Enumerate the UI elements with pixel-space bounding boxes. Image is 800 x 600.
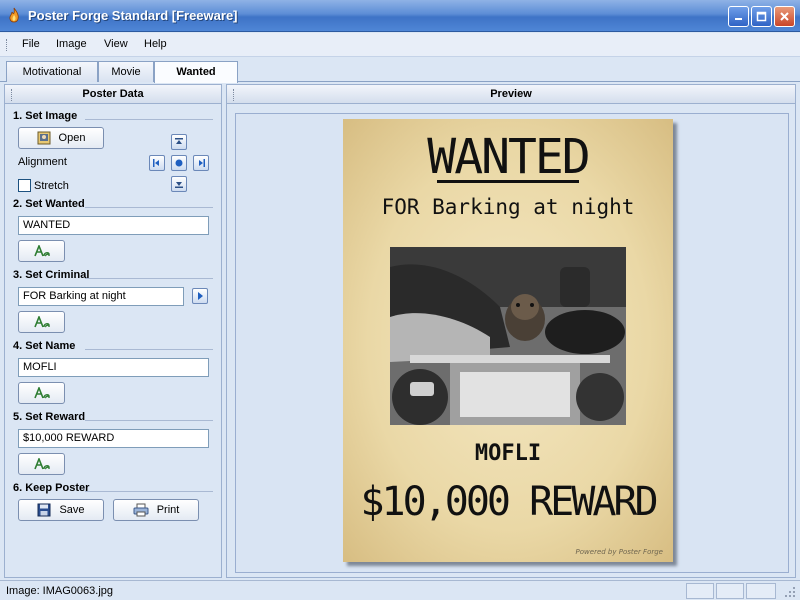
tab-strip: Motivational Movie Wanted: [0, 58, 800, 83]
tab-wanted[interactable]: Wanted: [154, 61, 238, 83]
name-text-input[interactable]: MOFLI: [18, 358, 209, 377]
section-divider: [85, 207, 213, 208]
align-top-button[interactable]: [171, 134, 187, 150]
font-style-icon: [33, 316, 50, 328]
align-left-button[interactable]: [149, 155, 165, 171]
set-wanted-title: 2. Set Wanted: [13, 198, 85, 210]
print-button[interactable]: Print: [113, 499, 199, 521]
preview-header: Preview: [227, 85, 795, 104]
tab-movie[interactable]: Movie: [98, 61, 154, 82]
align-left-icon: [153, 159, 159, 167]
preview-title: Preview: [490, 88, 532, 100]
align-bottom-icon: [175, 182, 183, 188]
font-style-icon: [33, 458, 50, 470]
font-style-icon: [33, 387, 50, 399]
alignment-label: Alignment: [18, 156, 67, 168]
save-button[interactable]: Save: [18, 499, 104, 521]
section-divider: [85, 491, 213, 492]
section-divider: [85, 420, 213, 421]
section-divider: [85, 119, 213, 120]
open-image-icon: [37, 131, 51, 145]
minimize-button[interactable]: [728, 6, 749, 27]
stretch-checkbox[interactable]: [18, 179, 31, 192]
wanted-poster: WANTED FOR Barking at night MOFLI $10,00…: [343, 119, 673, 562]
menu-file[interactable]: File: [22, 38, 40, 50]
title-bar[interactable]: Poster Forge Standard [Freeware]: [0, 0, 800, 32]
app-flame-icon: [9, 7, 19, 23]
align-top-icon: [175, 138, 183, 144]
set-name-title: 4. Set Name: [13, 340, 76, 352]
toolbar-grip[interactable]: [6, 39, 9, 51]
wanted-text-input[interactable]: WANTED: [18, 216, 209, 235]
dog-on-motorcycle-photo: [390, 247, 626, 425]
open-image-button[interactable]: Open: [18, 127, 104, 149]
poster-data-header: Poster Data: [5, 85, 221, 104]
poster-reward: $10,000 REWARD: [360, 479, 658, 525]
align-center-icon: [175, 159, 183, 167]
font-style-icon: [33, 245, 50, 257]
app-window: Poster Forge Standard [Freeware] File Im…: [0, 0, 800, 600]
status-image-text: Image: IMAG0063.jpg: [6, 585, 114, 597]
menu-bar: File Image View Help: [0, 33, 800, 57]
keep-poster-title: 6. Keep Poster: [13, 482, 90, 494]
poster-title: WANTED: [427, 129, 590, 185]
set-reward-title: 5. Set Reward: [13, 411, 86, 423]
save-label: Save: [59, 504, 85, 516]
menu-image[interactable]: Image: [56, 38, 87, 50]
print-label: Print: [156, 504, 180, 516]
reward-font-button[interactable]: [18, 453, 65, 475]
align-right-button[interactable]: [193, 155, 209, 171]
save-disk-icon: [37, 503, 51, 517]
resize-grip-icon[interactable]: [784, 586, 796, 598]
align-right-icon: [199, 159, 205, 167]
panel-grip[interactable]: [233, 89, 236, 101]
section-divider: [85, 349, 213, 350]
minimize-icon: [735, 18, 742, 20]
align-bottom-button[interactable]: [171, 176, 187, 192]
poster-title-underline: [437, 180, 579, 183]
reward-text-input[interactable]: $10,000 REWARD: [18, 429, 209, 448]
open-label: Open: [58, 132, 86, 144]
play-arrow-icon: [198, 292, 203, 300]
poster-name: MOFLI: [474, 441, 542, 466]
name-font-button[interactable]: [18, 382, 65, 404]
menu-help[interactable]: Help: [144, 38, 167, 50]
close-button[interactable]: [774, 6, 795, 27]
status-pane: [716, 583, 744, 599]
criminal-text-input[interactable]: FOR Barking at night: [18, 287, 184, 306]
preview-area: WANTED FOR Barking at night MOFLI $10,00…: [235, 113, 789, 573]
poster-data-panel: Poster Data 1. Set Image Open Alignment: [4, 84, 222, 578]
criminal-font-button[interactable]: [18, 311, 65, 333]
menu-view[interactable]: View: [104, 38, 128, 50]
set-image-title: 1. Set Image: [13, 110, 78, 122]
tab-motivational[interactable]: Motivational: [6, 61, 98, 82]
status-bar: Image: IMAG0063.jpg: [0, 580, 800, 600]
set-criminal-title: 3. Set Criminal: [13, 269, 90, 281]
printer-icon: [133, 503, 149, 517]
poster-photo: [390, 247, 626, 425]
preview-panel: Preview WANTED FOR Barking at night MOFL…: [226, 84, 796, 578]
status-pane: [746, 583, 776, 599]
poster-data-title: Poster Data: [82, 88, 144, 100]
poster-criminal-text: FOR Barking at night: [381, 195, 635, 219]
align-center-button[interactable]: [171, 155, 187, 171]
wanted-font-button[interactable]: [18, 240, 65, 262]
section-divider: [85, 278, 213, 279]
maximize-icon: [756, 11, 767, 22]
panel-grip[interactable]: [11, 89, 14, 101]
close-icon: [780, 12, 789, 21]
status-pane: [686, 583, 714, 599]
stretch-label[interactable]: Stretch: [34, 180, 69, 192]
criminal-options-button[interactable]: [192, 288, 208, 304]
window-title: Poster Forge Standard [Freeware]: [28, 8, 238, 23]
powered-by-text: Powered by Poster Forge: [575, 548, 663, 556]
maximize-button[interactable]: [751, 6, 772, 27]
